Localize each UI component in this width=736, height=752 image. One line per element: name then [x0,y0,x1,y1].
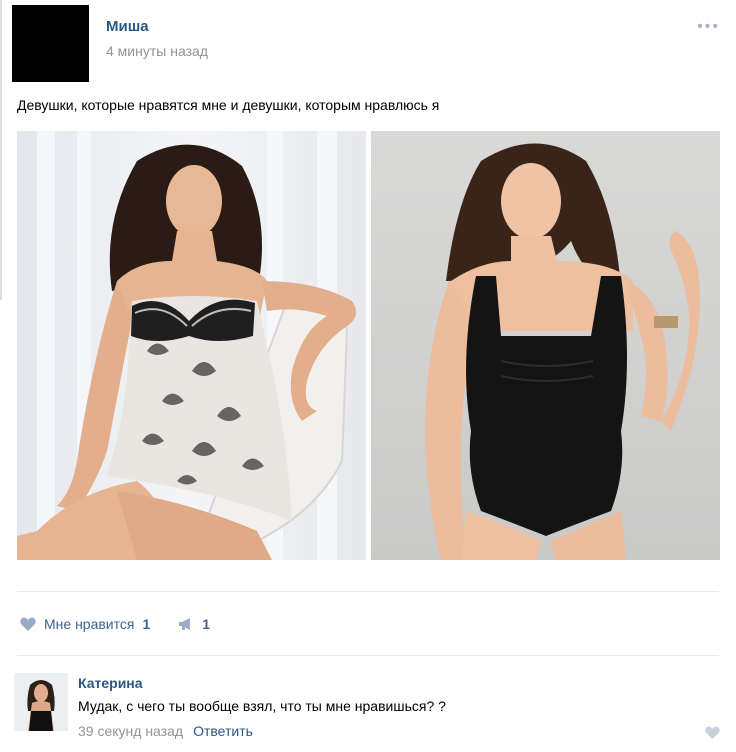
comment-text: Мудак, с чего ты вообще взял, что ты мне… [78,698,446,714]
post-photo-left[interactable] [17,131,366,560]
like-label: Мне нравится [44,616,135,632]
megaphone-icon [179,618,191,630]
comment-author-name[interactable]: Катерина [78,675,143,691]
post-actions-divider [17,591,719,592]
like-button[interactable]: Мне нравится 1 [20,616,150,632]
share-button[interactable]: 1 [178,616,210,632]
left-edge-border [0,0,2,300]
comment-timestamp[interactable]: 39 секунд назад [78,723,183,739]
post-timestamp[interactable]: 4 минуты назад [106,43,208,59]
post-photo-right[interactable] [371,131,720,560]
heart-icon [705,726,720,739]
comment-like-button[interactable] [705,726,720,744]
heart-icon [20,617,36,631]
more-options-icon[interactable]: ••• [697,19,720,35]
share-count: 1 [202,616,211,632]
comments-divider [17,655,719,656]
post-author-avatar[interactable] [12,5,89,82]
comment-author-avatar[interactable] [14,673,68,731]
post-author-name[interactable]: Миша [106,18,149,35]
like-count: 1 [142,616,151,632]
post-actions: Мне нравится 1 1 [20,614,210,634]
reply-link[interactable]: Ответить [193,723,253,739]
comment-meta: 39 секунд назад Ответить [78,723,253,739]
post-text: Девушки, которые нравятся мне и девушки,… [17,97,440,113]
